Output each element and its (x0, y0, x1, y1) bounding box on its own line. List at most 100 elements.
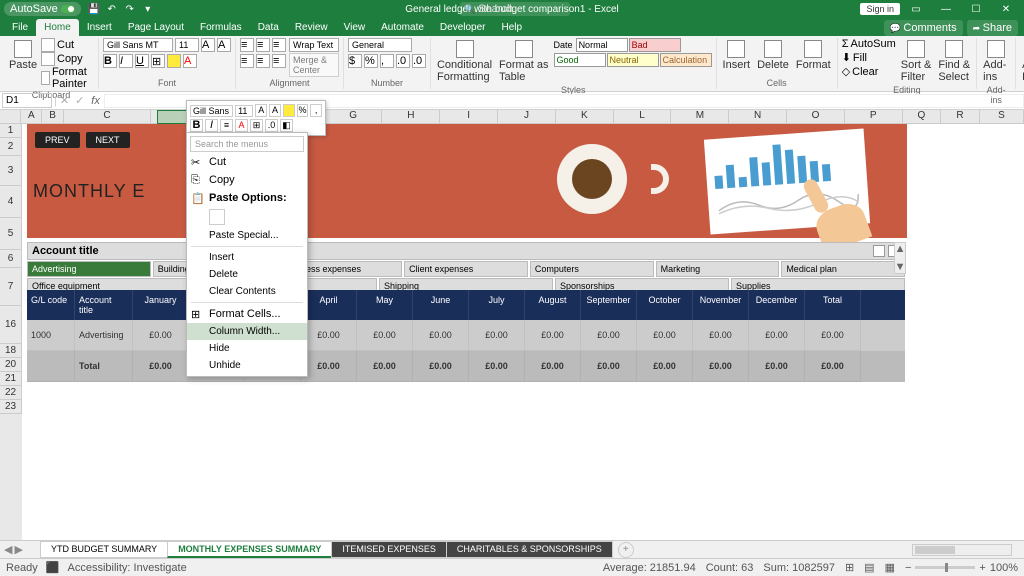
ctx-column-width[interactable]: Column Width... (187, 323, 307, 340)
autosum-button[interactable]: ΣAutoSum (842, 38, 896, 50)
table-cell[interactable]: £0.00 (693, 320, 749, 351)
minimize-icon[interactable]: — (932, 0, 960, 18)
addins-button[interactable]: Add-ins (981, 38, 1011, 85)
close-icon[interactable]: ✕ (992, 0, 1020, 18)
style-calculation[interactable]: Calculation (660, 53, 712, 67)
format-cells-button[interactable]: Format (794, 38, 833, 73)
increase-decimal-icon[interactable]: .0 (396, 54, 410, 68)
table-cell[interactable]: Advertising (75, 320, 133, 351)
slicer-item[interactable]: Advertising (27, 261, 151, 277)
table-cell[interactable]: £0.00 (693, 351, 749, 382)
currency-icon[interactable]: $ (348, 54, 362, 68)
table-cell[interactable]: 1000 (27, 320, 75, 351)
underline-icon[interactable]: U (135, 54, 149, 68)
align-left-icon[interactable]: ≡ (240, 54, 254, 68)
col-header[interactable]: G (325, 110, 383, 123)
ribbon-options-icon[interactable]: ▭ (902, 0, 930, 18)
horizontal-scrollbar[interactable] (912, 544, 1012, 556)
table-cell[interactable]: £0.00 (581, 351, 637, 382)
style-bad[interactable]: Bad (629, 38, 681, 52)
table-cell[interactable]: £0.00 (357, 320, 413, 351)
tab-data[interactable]: Data (250, 19, 287, 36)
autosave-toggle[interactable]: AutoSave (4, 2, 81, 16)
sheet-nav-prev-icon[interactable]: ◀ (4, 543, 12, 556)
ctx-unhide[interactable]: Unhide (187, 357, 307, 374)
ctx-hide[interactable]: Hide (187, 340, 307, 357)
table-cell[interactable]: £0.00 (805, 320, 861, 351)
mini-align-icon[interactable]: ≡ (220, 119, 233, 132)
col-header[interactable]: H (382, 110, 440, 123)
mini-size-dropdown[interactable]: 11 (235, 105, 253, 117)
col-header[interactable]: I (440, 110, 498, 123)
tab-file[interactable]: File (4, 19, 36, 36)
border-icon[interactable]: ⊞ (151, 54, 165, 68)
mini-italic-icon[interactable]: I (205, 119, 218, 132)
col-header[interactable]: B (42, 110, 63, 123)
tab-view[interactable]: View (336, 19, 374, 36)
slicer-item[interactable]: Client expenses (404, 261, 528, 277)
qat-dropdown-icon[interactable]: ▾ (141, 2, 155, 16)
wrap-text-button[interactable]: Wrap Text (289, 38, 339, 52)
row-header[interactable]: 23 (0, 400, 22, 414)
mini-percent-icon[interactable]: % (297, 104, 309, 117)
fill-color-icon[interactable] (167, 54, 181, 68)
save-icon[interactable]: 💾 (87, 2, 101, 16)
tab-developer[interactable]: Developer (432, 19, 494, 36)
ctx-paste-special[interactable]: Paste Special... (187, 227, 307, 244)
col-header[interactable]: O (787, 110, 845, 123)
cancel-formula-icon[interactable]: ✕ (57, 94, 72, 107)
next-button[interactable]: NEXT (86, 132, 130, 148)
table-cell[interactable]: £0.00 (749, 320, 805, 351)
decrease-decimal-icon[interactable]: .0 (412, 54, 426, 68)
view-normal-icon[interactable]: ⊞ (845, 561, 854, 574)
delete-cells-button[interactable]: Delete (755, 38, 791, 73)
row-header[interactable]: 7 (0, 268, 22, 306)
font-size-dropdown[interactable]: 11 (175, 38, 199, 52)
table-cell[interactable]: £0.00 (525, 320, 581, 351)
clear-button[interactable]: ◇Clear (842, 65, 896, 78)
select-all-corner[interactable] (0, 110, 21, 123)
context-search-input[interactable]: Search the menus (190, 136, 304, 152)
fx-icon[interactable]: fx (87, 95, 104, 107)
table-cell[interactable]: £0.00 (301, 320, 357, 351)
align-right-icon[interactable]: ≡ (272, 54, 286, 68)
slicer-item[interactable]: Medical plan (781, 261, 905, 277)
find-select-button[interactable]: Find & Select (936, 38, 972, 85)
mini-font-dropdown[interactable]: Gill Sans (190, 105, 233, 117)
col-header[interactable]: K (556, 110, 614, 123)
prev-button[interactable]: PREV (35, 132, 80, 148)
col-header[interactable]: L (614, 110, 672, 123)
col-header[interactable]: Q (903, 110, 942, 123)
redo-icon[interactable]: ↷ (123, 2, 137, 16)
tab-insert[interactable]: Insert (79, 19, 120, 36)
table-cell[interactable]: £0.00 (749, 351, 805, 382)
mini-fill-icon[interactable] (283, 104, 295, 117)
format-painter-button[interactable]: Format Painter (41, 66, 94, 90)
decrease-font-icon[interactable]: A (217, 38, 231, 52)
row-header[interactable]: 5 (0, 218, 22, 250)
mini-border-icon[interactable]: ⊞ (250, 119, 263, 132)
enter-formula-icon[interactable]: ✓ (72, 94, 87, 107)
row-header[interactable]: 16 (0, 306, 22, 344)
table-cell[interactable]: £0.00 (413, 320, 469, 351)
row-header[interactable]: 1 (0, 124, 22, 138)
slicer-item[interactable]: Marketing (656, 261, 780, 277)
mini-decimal-icon[interactable]: .0 (265, 119, 278, 132)
italic-icon[interactable]: I (119, 54, 133, 68)
font-name-dropdown[interactable]: Gill Sans MT (103, 38, 173, 52)
align-middle-icon[interactable]: ≡ (256, 38, 270, 52)
tab-page-layout[interactable]: Page Layout (120, 19, 192, 36)
conditional-formatting-button[interactable]: Conditional Formatting (435, 38, 494, 85)
sheet-nav-next-icon[interactable]: ▶ (14, 543, 22, 556)
maximize-icon[interactable]: ☐ (962, 0, 990, 18)
format-as-table-button[interactable]: Format as Table (497, 38, 551, 85)
zoom-level[interactable]: 100% (990, 562, 1018, 574)
sheet-tab[interactable]: CHARITABLES & SPONSORSHIPS (446, 541, 613, 558)
style-good[interactable]: Good (554, 53, 606, 67)
ctx-cut[interactable]: ✂Cut (187, 153, 307, 171)
align-bottom-icon[interactable]: ≡ (272, 38, 286, 52)
table-cell[interactable]: £0.00 (637, 351, 693, 382)
zoom-in-icon[interactable]: + (979, 562, 985, 574)
table-cell[interactable]: Total (75, 351, 133, 382)
table-cell[interactable]: £0.00 (133, 320, 189, 351)
